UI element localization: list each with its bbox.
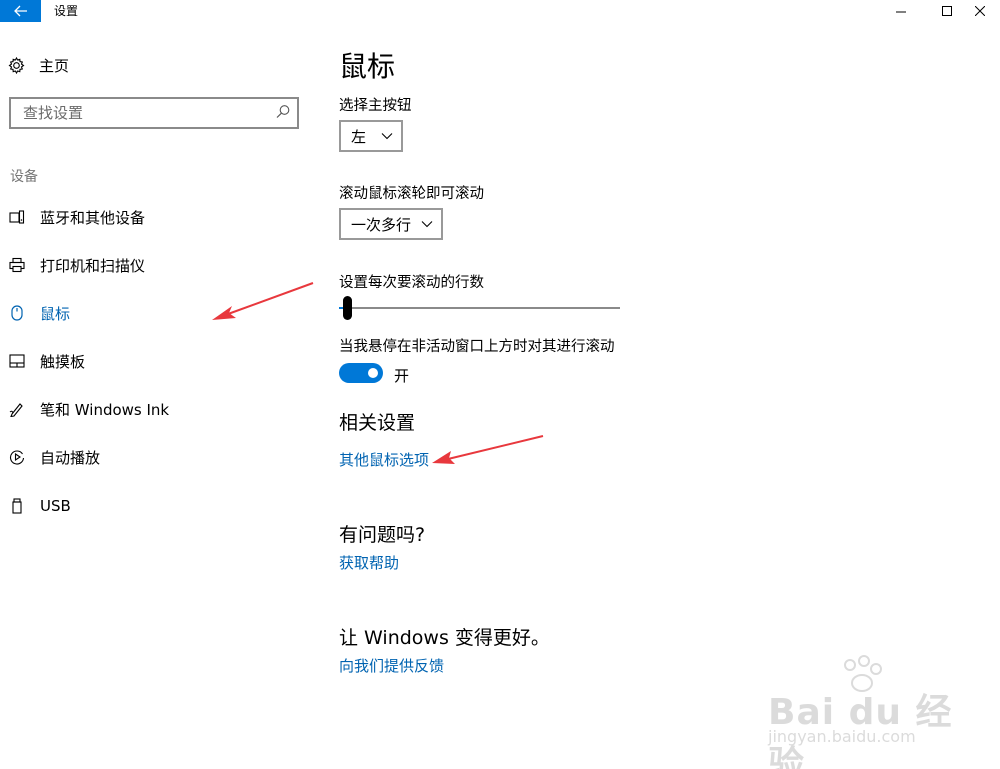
mouse-icon	[8, 304, 26, 322]
sidebar-item-pen[interactable]: 笔和 Windows Ink	[8, 395, 298, 423]
autoplay-icon	[8, 448, 26, 466]
close-icon	[975, 6, 985, 16]
home-nav-item[interactable]: 主页	[8, 52, 69, 78]
baidu-watermark: Bai du 经验 jingyan.baidu.com	[760, 655, 960, 769]
scroll-mode-value: 一次多行	[351, 215, 412, 234]
scroll-lines-label: 设置每次要滚动的行数	[339, 275, 484, 291]
maximize-icon	[942, 6, 952, 16]
sidebar-item-bluetooth[interactable]: 蓝牙和其他设备	[8, 203, 298, 231]
sidebar-item-autoplay[interactable]: 自动播放	[8, 443, 298, 471]
inactive-scroll-label: 当我悬停在非活动窗口上方时对其进行滚动	[339, 339, 615, 355]
sidebar-item-label: 自动播放	[40, 448, 101, 467]
usb-icon	[8, 497, 26, 515]
give-feedback-link[interactable]: 向我们提供反馈	[339, 655, 444, 676]
primary-button-value: 左	[351, 127, 367, 146]
annotation-arrow-options	[432, 435, 544, 464]
feedback-heading: 让 Windows 变得更好。	[339, 627, 550, 649]
watermark-brand: Bai du 经验	[768, 692, 953, 769]
sidebar-item-mouse[interactable]: 鼠标	[8, 299, 298, 327]
inactive-scroll-toggle[interactable]	[339, 363, 383, 383]
sidebar-item-label: 打印机和扫描仪	[40, 256, 146, 275]
minimize-icon	[896, 11, 906, 13]
other-mouse-options-link[interactable]: 其他鼠标选项	[339, 449, 429, 470]
sidebar-item-label: 蓝牙和其他设备	[40, 208, 146, 227]
primary-button-label: 选择主按钮	[339, 98, 412, 114]
window-title: 设置	[54, 4, 79, 18]
chevron-down-icon	[421, 221, 433, 228]
get-help-link[interactable]: 获取帮助	[339, 552, 399, 573]
title-bar: 设置	[0, 0, 1000, 22]
page-title: 鼠标	[339, 50, 396, 83]
scroll-lines-slider-track[interactable]	[339, 307, 620, 309]
search-box[interactable]	[9, 97, 299, 129]
sidebar-item-label: 触摸板	[40, 352, 86, 371]
pen-icon	[8, 400, 26, 418]
toggle-knob	[368, 368, 378, 378]
sidebar-item-label: USB	[40, 497, 71, 515]
close-button[interactable]	[960, 0, 1000, 22]
touchpad-icon	[8, 352, 26, 370]
sidebar-item-printers[interactable]: 打印机和扫描仪	[8, 251, 298, 279]
section-label-devices: 设备	[10, 169, 38, 185]
sidebar-item-label: 笔和 Windows Ink	[40, 400, 170, 419]
minimize-button[interactable]	[878, 0, 924, 22]
toggle-state-label: 开	[394, 367, 410, 385]
search-icon	[276, 105, 290, 118]
gear-icon	[8, 56, 25, 74]
sidebar-item-label: 鼠标	[40, 304, 71, 323]
primary-button-select[interactable]: 左	[339, 120, 403, 152]
watermark-url: jingyan.baidu.com	[768, 727, 916, 746]
back-arrow-icon	[13, 5, 27, 17]
search-input[interactable]	[11, 99, 261, 127]
sidebar-item-touchpad[interactable]: 触摸板	[8, 347, 298, 375]
back-button[interactable]	[0, 0, 41, 22]
sidebar: 主页 设备 蓝牙和其他设备 打印机和扫描仪 鼠标 触摸板	[0, 22, 315, 769]
home-label: 主页	[39, 56, 70, 75]
related-settings-heading: 相关设置	[339, 412, 416, 434]
scroll-lines-slider-thumb[interactable]	[342, 296, 352, 320]
scroll-mode-label: 滚动鼠标滚轮即可滚动	[339, 186, 484, 202]
bluetooth-device-icon	[8, 208, 26, 226]
sidebar-item-usb[interactable]: USB	[8, 492, 298, 520]
printer-icon	[8, 256, 26, 274]
chevron-down-icon	[381, 133, 393, 140]
question-heading: 有问题吗?	[339, 524, 426, 546]
scroll-mode-select[interactable]: 一次多行	[339, 208, 443, 240]
